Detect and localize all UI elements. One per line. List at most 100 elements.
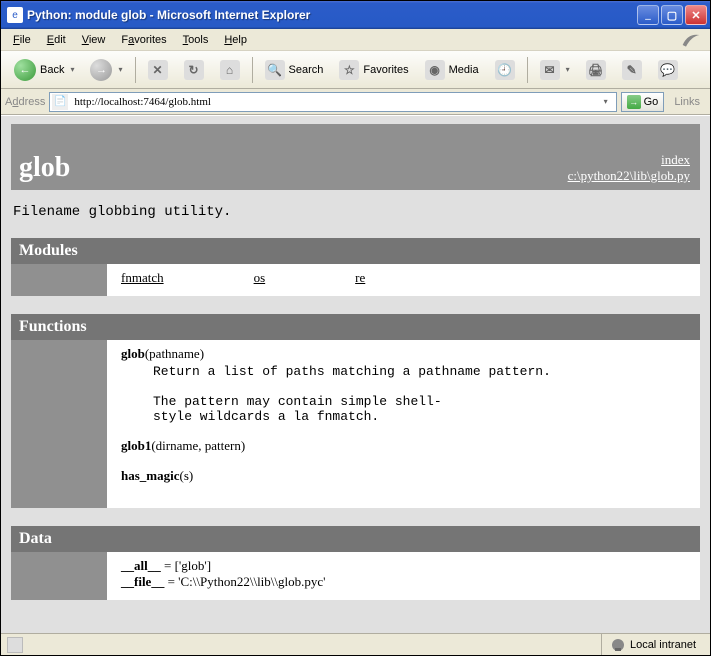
menu-favorites[interactable]: Favorites: [113, 32, 174, 48]
toolbar: ← Back ▾ → ▾ ✕ ↻ ⌂ 🔍 Search ☆ Favorites …: [1, 51, 710, 89]
links-label[interactable]: Links: [668, 96, 706, 108]
chevron-down-icon[interactable]: ▾: [68, 65, 74, 74]
maximize-button[interactable]: ▢: [661, 5, 683, 25]
title-bar: e Python: module glob - Microsoft Intern…: [1, 1, 710, 29]
chevron-down-icon[interactable]: ▾: [564, 65, 570, 74]
divider: [252, 57, 253, 83]
window-title: Python: module glob - Microsoft Internet…: [27, 8, 637, 22]
discuss-icon: 💬: [658, 60, 678, 80]
media-icon: ◉: [425, 60, 445, 80]
module-description: Filename globbing utility.: [11, 190, 700, 238]
func-name: glob: [121, 346, 145, 361]
status-page-icon: [7, 637, 23, 653]
close-button[interactable]: ✕: [685, 5, 707, 25]
search-icon: 🔍: [265, 60, 285, 80]
mail-icon: ✉: [540, 60, 560, 80]
refresh-button[interactable]: ↻: [177, 55, 211, 85]
zone-label: Local intranet: [630, 639, 696, 651]
intranet-icon: [610, 637, 626, 653]
menu-edit[interactable]: Edit: [39, 32, 74, 48]
side-strip: [11, 552, 107, 600]
go-label: Go: [644, 96, 659, 108]
func-args: (pathname): [145, 346, 204, 361]
address-bar: Address 📄 ▾ → Go Links: [1, 89, 710, 115]
page-icon: 📄: [52, 94, 68, 110]
print-button[interactable]: 🖨: [579, 55, 613, 85]
favorites-label: Favorites: [363, 64, 408, 76]
status-bar: Local intranet: [1, 633, 710, 655]
menu-help[interactable]: Help: [216, 32, 255, 48]
minimize-button[interactable]: _: [637, 5, 659, 25]
discuss-button[interactable]: 💬: [651, 55, 685, 85]
module-header: glob index c:\python22\lib\glob.py: [11, 124, 700, 190]
address-box[interactable]: 📄 ▾: [49, 92, 616, 112]
data-file: __file__ = 'C:\\Python22\\lib\\glob.pyc': [121, 574, 690, 590]
func-args: (dirname, pattern): [151, 438, 245, 453]
data-name-file: __file__: [121, 574, 164, 589]
modules-list: fnmatch os re: [121, 270, 690, 286]
stop-icon: ✕: [148, 60, 168, 80]
data-value-file: = 'C:\\Python22\\lib\\glob.pyc': [164, 574, 325, 589]
divider: [135, 57, 136, 83]
history-button[interactable]: 🕘: [488, 55, 522, 85]
data-heading: Data: [11, 526, 700, 552]
search-label: Search: [289, 64, 324, 76]
func-doc: Return a list of paths matching a pathna…: [153, 364, 690, 424]
function-has-magic: has_magic(s): [121, 468, 690, 484]
refresh-icon: ↻: [184, 60, 204, 80]
menu-view[interactable]: View: [74, 32, 114, 48]
index-link[interactable]: index: [568, 152, 690, 168]
edit-icon: ✎: [622, 60, 642, 80]
menu-file[interactable]: File: [5, 32, 39, 48]
modules-heading: Modules: [11, 238, 700, 264]
app-icon: e: [7, 7, 23, 23]
forward-arrow-icon: →: [90, 59, 112, 81]
back-label: Back: [40, 64, 64, 76]
data-section: __all__ = ['glob'] __file__ = 'C:\\Pytho…: [11, 552, 700, 600]
address-label: Address: [5, 96, 45, 108]
content-area: glob index c:\python22\lib\glob.py Filen…: [1, 115, 710, 633]
home-icon: ⌂: [220, 60, 240, 80]
stop-button[interactable]: ✕: [141, 55, 175, 85]
divider: [527, 57, 528, 83]
data-name-all: __all__: [121, 558, 161, 573]
module-link-os[interactable]: os: [254, 270, 266, 286]
module-link-fnmatch[interactable]: fnmatch: [121, 270, 164, 286]
data-value-all: = ['glob']: [161, 558, 211, 573]
search-button[interactable]: 🔍 Search: [258, 55, 331, 85]
module-name: glob: [19, 152, 70, 184]
security-zone[interactable]: Local intranet: [601, 634, 704, 655]
function-glob: glob(pathname) Return a list of paths ma…: [121, 346, 690, 424]
func-args: (s): [180, 468, 194, 483]
functions-heading: Functions: [11, 314, 700, 340]
func-name: glob1: [121, 438, 151, 453]
media-label: Media: [449, 64, 479, 76]
menu-bar: File Edit View Favorites Tools Help: [1, 29, 710, 51]
function-glob1: glob1(dirname, pattern): [121, 438, 690, 454]
forward-button[interactable]: → ▾: [83, 55, 129, 85]
menu-tools[interactable]: Tools: [175, 32, 217, 48]
address-input[interactable]: [72, 95, 597, 109]
page-viewport[interactable]: glob index c:\python22\lib\glob.py Filen…: [1, 116, 710, 633]
home-button[interactable]: ⌂: [213, 55, 247, 85]
ie-logo-icon: [676, 30, 706, 50]
source-path-link[interactable]: c:\python22\lib\glob.py: [568, 168, 690, 184]
favorites-button[interactable]: ☆ Favorites: [332, 55, 415, 85]
history-icon: 🕘: [495, 60, 515, 80]
address-dropdown-icon[interactable]: ▾: [598, 97, 614, 106]
mail-button[interactable]: ✉▾: [533, 55, 577, 85]
media-button[interactable]: ◉ Media: [418, 55, 486, 85]
back-arrow-icon: ←: [14, 59, 36, 81]
func-name: has_magic: [121, 468, 180, 483]
data-all: __all__ = ['glob']: [121, 558, 690, 574]
module-link-re[interactable]: re: [355, 270, 365, 286]
chevron-down-icon[interactable]: ▾: [116, 65, 122, 74]
edit-button[interactable]: ✎: [615, 55, 649, 85]
modules-section: fnmatch os re: [11, 264, 700, 296]
side-strip: [11, 340, 107, 508]
print-icon: 🖨: [586, 60, 606, 80]
functions-section: glob(pathname) Return a list of paths ma…: [11, 340, 700, 508]
star-icon: ☆: [339, 60, 359, 80]
go-button[interactable]: → Go: [621, 92, 665, 112]
back-button[interactable]: ← Back ▾: [7, 55, 81, 85]
